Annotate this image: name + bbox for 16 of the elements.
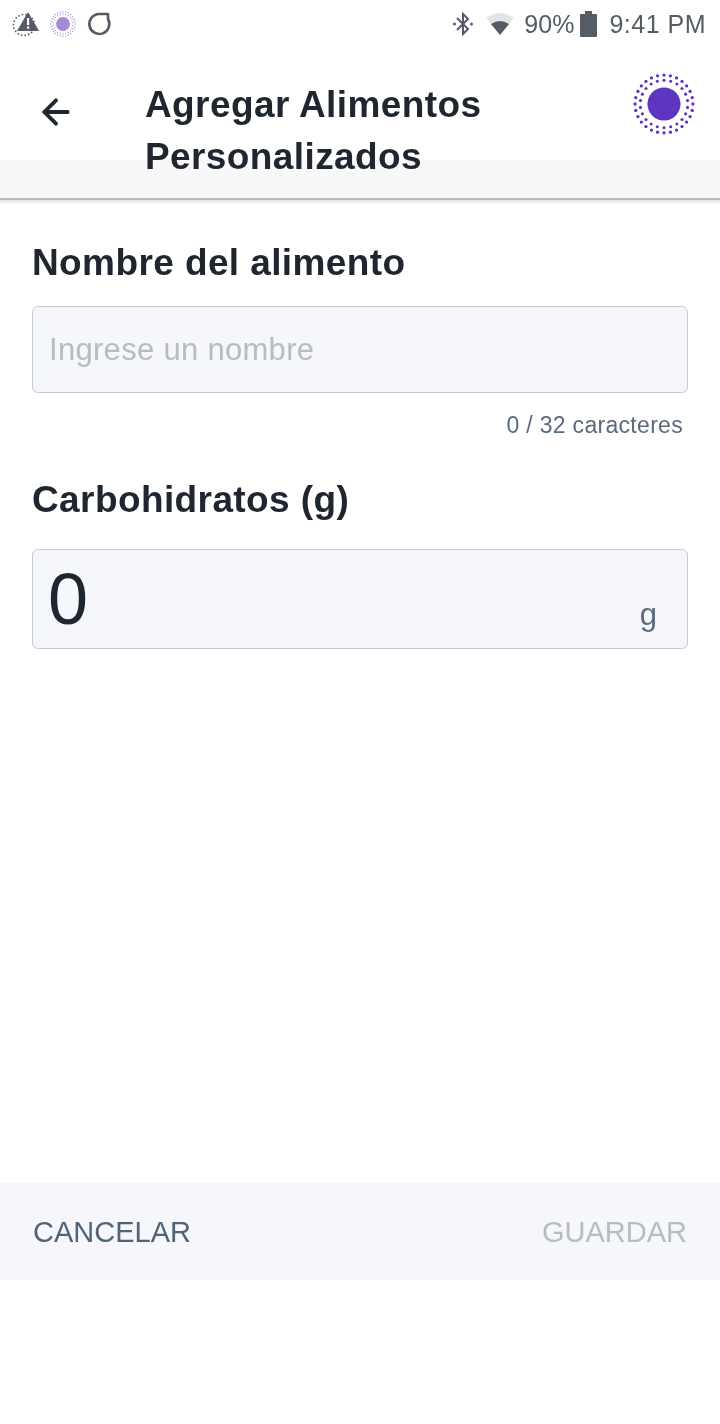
bluetooth-icon bbox=[452, 11, 475, 37]
unit-label: g bbox=[639, 597, 657, 633]
dotted-circle-icon bbox=[633, 73, 695, 135]
page-title: Agregar Alimentos Personalizados bbox=[145, 83, 483, 179]
field-label: Nombre del alimento bbox=[32, 243, 407, 283]
ring-icon bbox=[86, 11, 112, 37]
dotted-circle-icon bbox=[50, 11, 76, 37]
battery-icon bbox=[580, 11, 598, 37]
warning-icon bbox=[12, 11, 40, 37]
character-counter: 0 / 32 caracteres bbox=[506, 411, 683, 440]
battery-percentage: 90% bbox=[524, 11, 575, 37]
clock-time: 9:41 PM bbox=[609, 11, 706, 37]
wifi-icon bbox=[486, 13, 515, 35]
name-input-field[interactable]: Ingrese un nombre bbox=[32, 306, 688, 393]
field-label: Carbohidratos (g) bbox=[32, 480, 351, 520]
cancel-button[interactable]: CANCELAR bbox=[20, 1205, 204, 1258]
